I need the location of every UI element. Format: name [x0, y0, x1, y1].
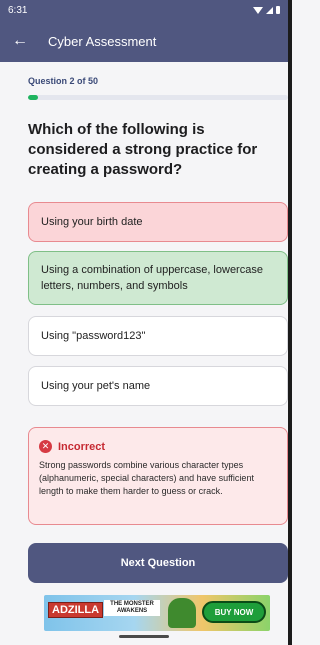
answer-option-4[interactable]: Using your pet's name [28, 366, 288, 406]
device-edge [288, 0, 292, 645]
answer-option-label: Using your birth date [41, 216, 143, 228]
next-question-button[interactable]: Next Question [28, 543, 288, 583]
ad-brand-logo: ADZILLA [48, 602, 104, 618]
home-indicator [119, 635, 169, 638]
battery-icon [276, 6, 280, 14]
status-time: 6:31 [8, 4, 28, 16]
signal-icon [266, 6, 273, 14]
answer-option-2[interactable]: Using a combination of uppercase, lowerc… [28, 251, 288, 305]
ad-buy-now-button[interactable]: BUY NOW [202, 601, 266, 623]
app-bar: ← Cyber Assessment [0, 20, 288, 62]
progress-fill [28, 95, 39, 100]
answer-option-1[interactable]: Using your birth date [28, 202, 288, 242]
feedback-title: Incorrect [58, 440, 106, 453]
feedback-header: ✕ Incorrect [39, 440, 277, 453]
monster-illustration [168, 598, 196, 628]
progress-bar [28, 95, 288, 100]
status-bar: 6:31 [0, 0, 288, 20]
wifi-icon [253, 6, 263, 14]
status-icons [253, 6, 280, 14]
ad-banner[interactable]: ADZILLA THE MONSTER AWAKENS BUY NOW [44, 595, 270, 631]
feedback-card: ✕ Incorrect Strong passwords combine var… [28, 427, 288, 525]
answer-option-label: Using "password123" [41, 330, 146, 342]
ad-tagline: THE MONSTER AWAKENS [104, 600, 160, 616]
answer-option-3[interactable]: Using "password123" [28, 316, 288, 356]
x-circle-icon: ✕ [39, 440, 52, 453]
feedback-explanation: Strong passwords combine various charact… [39, 460, 254, 496]
question-text: Which of the following is considered a s… [28, 121, 258, 178]
progress-label: Question 2 of 50 [28, 76, 99, 86]
app-title: Cyber Assessment [48, 33, 157, 49]
answer-option-label: Using your pet's name [41, 380, 151, 392]
quiz-content: Question 2 of 50 Which of the following … [0, 62, 288, 645]
answer-option-label: Using a combination of uppercase, lowerc… [41, 264, 263, 292]
back-arrow-icon[interactable]: ← [12, 33, 40, 49]
